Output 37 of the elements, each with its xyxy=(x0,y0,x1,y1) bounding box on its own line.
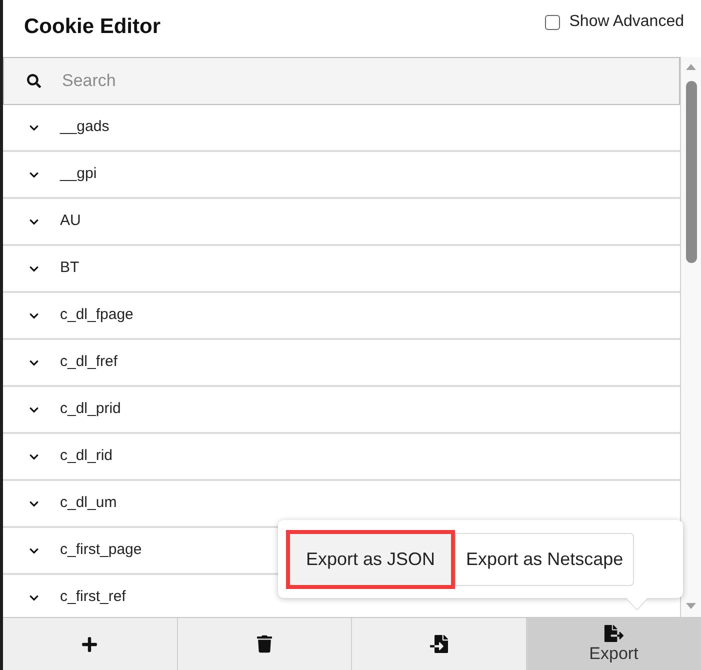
chevron-down-icon[interactable] xyxy=(29,452,39,462)
file-export-icon xyxy=(604,625,624,642)
plus-icon xyxy=(81,636,98,652)
chevron-down-icon[interactable] xyxy=(29,404,39,414)
chevron-down-icon[interactable] xyxy=(29,546,39,556)
export-netscape-button[interactable]: Export as Netscape xyxy=(455,532,634,586)
scrollbar[interactable] xyxy=(681,57,701,617)
cookie-name[interactable]: c_dl_rid xyxy=(60,445,113,468)
search-icon xyxy=(27,74,41,88)
chevron-down-icon[interactable] xyxy=(29,216,39,226)
cookie-name[interactable]: c_first_ref xyxy=(60,586,126,609)
cookie-name[interactable]: __gpi xyxy=(60,163,97,186)
cookie-name[interactable]: AU xyxy=(60,210,81,233)
trash-icon xyxy=(256,635,272,653)
cookie-name[interactable]: c_dl_um xyxy=(60,492,117,515)
scrollbar-thumb[interactable] xyxy=(686,81,696,263)
cookie-name[interactable]: c_dl_prid xyxy=(60,398,121,421)
export-button[interactable]: Export xyxy=(526,618,701,670)
export-json-button[interactable]: Export as JSON xyxy=(286,530,456,588)
window-title: Cookie Editor xyxy=(24,14,161,40)
cookie-name[interactable]: c_first_page xyxy=(60,539,142,562)
cookie-name[interactable]: __gads xyxy=(60,116,110,139)
cookie-name[interactable]: c_dl_fpage xyxy=(60,304,134,327)
file-import-icon xyxy=(428,635,449,653)
show-advanced-label[interactable]: Show Advanced xyxy=(569,10,684,34)
cookie-name[interactable]: BT xyxy=(60,257,80,280)
chevron-down-icon[interactable] xyxy=(29,498,39,508)
search-field[interactable]: Search xyxy=(3,57,680,105)
cookie-name[interactable]: c_dl_fref xyxy=(60,351,118,374)
menu-pointer-icon xyxy=(626,598,648,610)
chevron-down-icon[interactable] xyxy=(29,592,39,602)
chevron-down-icon[interactable] xyxy=(29,264,39,274)
chevron-down-icon[interactable] xyxy=(29,358,39,368)
show-advanced-checkbox[interactable] xyxy=(545,14,560,30)
chevron-down-icon[interactable] xyxy=(29,122,39,132)
chevron-down-icon[interactable] xyxy=(29,170,39,180)
chevron-down-icon[interactable] xyxy=(29,310,39,320)
